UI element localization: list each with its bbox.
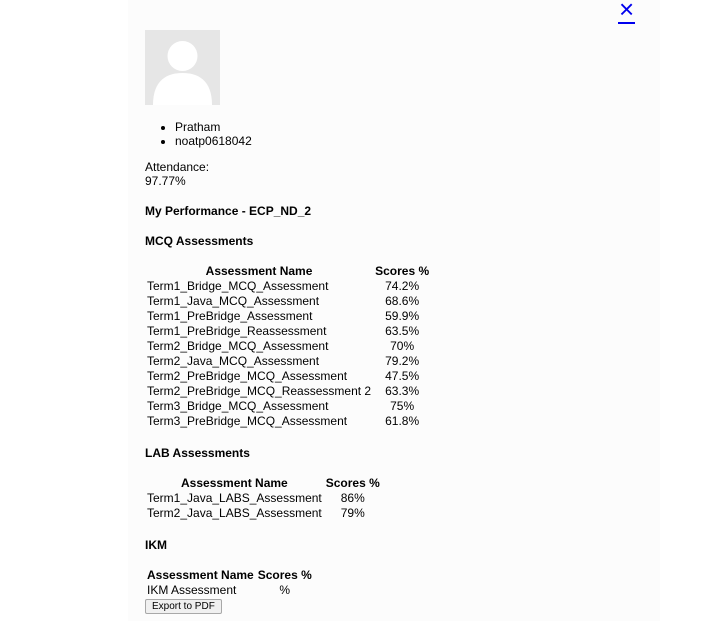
attendance-value: 97.77%: [145, 174, 186, 188]
attendance-label: Attendance:: [145, 160, 210, 174]
table-row: Term1_Bridge_MCQ_Assessment 74.2%: [145, 279, 431, 294]
table-row: Term1_Java_LABS_Assessment 86%: [145, 491, 382, 506]
ikm-header-score: Scores %: [257, 568, 312, 582]
assessment-score: 75%: [390, 399, 415, 413]
table-row: Term2_Java_MCQ_Assessment 79.2%: [145, 354, 431, 369]
assessment-score: 79%: [340, 506, 365, 520]
assessment-score: 59.9%: [385, 309, 420, 323]
assessment-score: 70%: [390, 339, 415, 353]
assessment-name: Term1_Java_LABS_Assessment: [147, 491, 322, 505]
table-row: Term1_PreBridge_Assessment 59.9%: [145, 309, 431, 324]
table-row: Term2_Java_LABS_Assessment 79%: [145, 506, 382, 521]
table-row: Term3_Bridge_MCQ_Assessment 75%: [145, 399, 431, 414]
lab-title: LAB Assessments: [145, 446, 250, 460]
mcq-header-name: Assessment Name: [205, 264, 313, 278]
lab-table: Assessment Name Scores % Term1_Java_LABS…: [145, 476, 382, 521]
assessment-name: Term1_PreBridge_Reassessment: [147, 324, 327, 338]
table-row: Term3_PreBridge_MCQ_Assessment 61.8%: [145, 414, 431, 429]
assessment-name: Term1_Java_MCQ_Assessment: [147, 294, 320, 308]
assessment-name: Term1_PreBridge_Assessment: [147, 309, 313, 323]
performance-title: My Performance - ECP_ND_2: [145, 204, 312, 218]
table-row: IKM Assessment%: [145, 583, 314, 598]
user-name: Pratham: [175, 120, 252, 134]
assessment-name: Term2_Bridge_MCQ_Assessment: [147, 339, 329, 353]
ikm-header-name: Assessment Name: [147, 568, 254, 582]
assessment-name: Term2_PreBridge_MCQ_Reassessment 2: [147, 384, 372, 398]
assessment-score: 74.2%: [385, 279, 420, 293]
user-id: noatp0618042: [175, 134, 252, 148]
table-row: Term1_Java_MCQ_Assessment 68.6%: [145, 294, 431, 309]
assessment-score: 63.3%: [385, 384, 420, 398]
assessment-name: Term2_Java_MCQ_Assessment: [147, 354, 320, 368]
attendance: Attendance: 97.77%: [145, 160, 209, 188]
assessment-name: Term3_PreBridge_MCQ_Assessment: [147, 414, 348, 428]
table-row: Term2_PreBridge_MCQ_Assessment 47.5%: [145, 369, 431, 384]
assessment-name: IKM Assessment: [147, 583, 237, 597]
table-row: Term1_PreBridge_Reassessment 63.5%: [145, 324, 431, 339]
assessment-score: 86%: [340, 491, 365, 505]
mcq-table: Assessment Name Scores % Term1_Bridge_MC…: [145, 264, 431, 429]
assessment-name: Term1_Bridge_MCQ_Assessment: [147, 279, 329, 293]
user-info-list: Pratham noatp0618042: [145, 120, 252, 148]
table-row: Term2_Bridge_MCQ_Assessment 70%: [145, 339, 431, 354]
avatar: [145, 30, 220, 105]
assessment-score: %: [279, 583, 291, 597]
assessment-name: Term2_Java_LABS_Assessment: [147, 506, 322, 520]
export-pdf-button[interactable]: Export to PDF: [145, 599, 222, 614]
assessment-score: 61.8%: [385, 414, 420, 428]
assessment-name: Term2_PreBridge_MCQ_Assessment: [147, 369, 348, 383]
assessment-score: 68.6%: [385, 294, 420, 308]
user-silhouette-icon: [153, 41, 212, 105]
lab-header-score: Scores %: [325, 476, 380, 490]
mcq-title: MCQ Assessments: [145, 234, 254, 248]
ikm-table: Assessment Name Scores % IKM Assessment%: [145, 568, 314, 598]
close-icon[interactable]: ×: [618, 0, 636, 24]
assessment-score: 79.2%: [385, 354, 420, 368]
assessment-score: 63.5%: [385, 324, 420, 338]
ikm-title: IKM: [145, 538, 167, 552]
lab-header-name: Assessment Name: [181, 476, 288, 490]
mcq-header-score: Scores %: [375, 264, 430, 278]
assessment-score: 47.5%: [385, 369, 420, 383]
assessment-name: Term3_Bridge_MCQ_Assessment: [147, 399, 329, 413]
table-row: Term2_PreBridge_MCQ_Reassessment 2 63.3%: [145, 384, 431, 399]
